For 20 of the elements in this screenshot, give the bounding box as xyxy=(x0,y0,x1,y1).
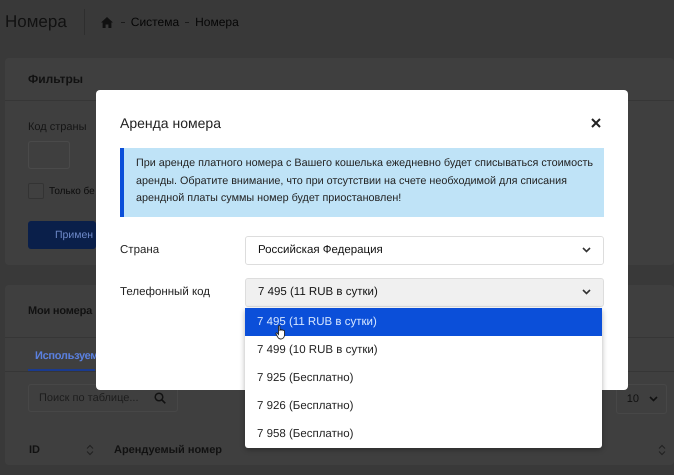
field-label: Страна xyxy=(120,244,160,256)
dropdown-option[interactable]: 7 958 (Бесплатно) xyxy=(245,420,602,448)
dropdown-option[interactable]: 7 495 (11 RUB в сутки) xyxy=(245,308,602,336)
chevron-icon xyxy=(582,289,591,295)
select-field[interactable]: Российская Федерация xyxy=(245,236,604,264)
apply-button[interactable]: Примен xyxy=(28,221,96,249)
home-icon[interactable] xyxy=(100,16,113,28)
sort-icon[interactable] xyxy=(86,444,94,456)
dropdown-option[interactable]: 7 499 (10 RUB в сутки) xyxy=(245,336,602,364)
dialog-title: Аренда номера xyxy=(120,115,221,131)
field-label: Телефонный код xyxy=(120,286,211,298)
search-icon[interactable] xyxy=(154,392,166,404)
chevron-icon xyxy=(649,396,658,402)
info-alert: При аренде платного номера с Вашего кошелька ежедневно будет списываться стоимость аренды. Обратите внимание, что при отсутствии на счете необходимой для списания арендной платы суммы номер будет приостановлен! xyxy=(120,148,604,216)
dropdown-option[interactable]: 7 926 (Бесплатно) xyxy=(245,392,602,420)
pointer-hand-icon xyxy=(275,325,287,340)
sort-icon[interactable] xyxy=(658,444,666,456)
select-field[interactable]: 7 495 (11 RUB в сутки) xyxy=(245,278,604,306)
chevron-icon xyxy=(582,247,591,253)
dropdown-option[interactable]: 7 925 (Бесплатно) xyxy=(245,364,602,392)
